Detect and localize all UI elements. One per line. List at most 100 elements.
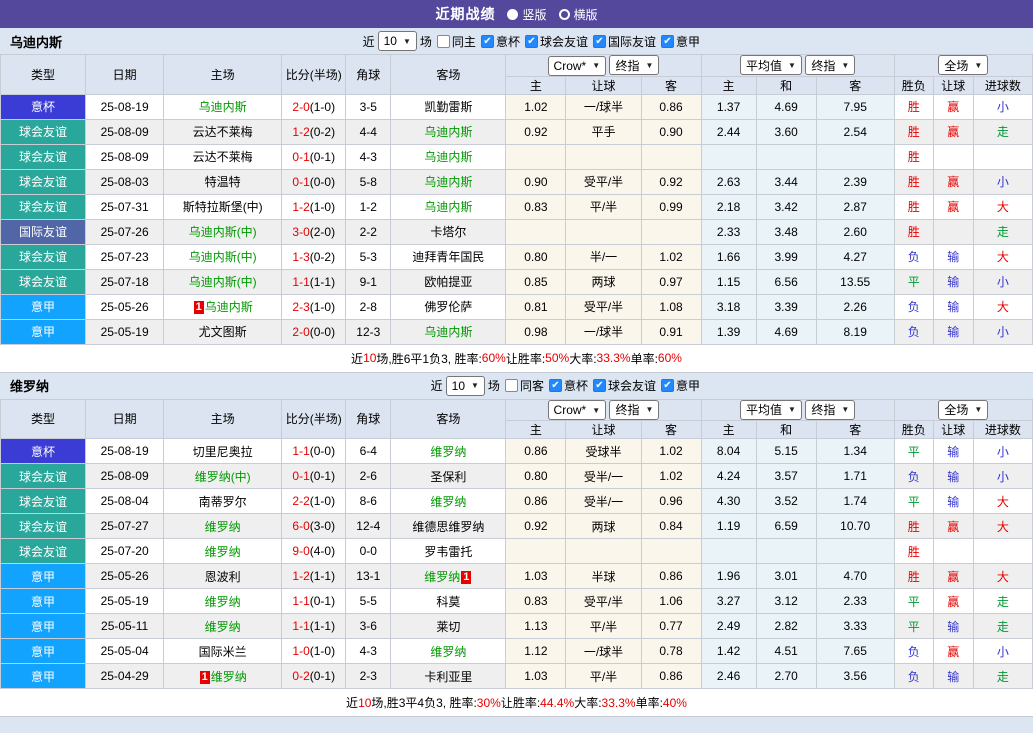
avg-final-select[interactable]: 终指▼ [805, 55, 855, 75]
league-badge: 意甲 [1, 614, 86, 639]
radio-vertical-layout[interactable]: 竖版 [507, 6, 546, 23]
col-header-handicap-result: 让球 [933, 76, 973, 94]
away-team-name[interactable]: 乌迪内斯 [424, 325, 472, 339]
summary-bar: 近10场,胜3平4负3, 胜率:30% 让胜率:44.4% 大率:33.3% 单… [0, 689, 1033, 717]
avg-home: 3.27 [701, 589, 756, 614]
avg-draw: 4.51 [756, 639, 816, 664]
home-team-name[interactable]: 恩波利 [205, 570, 241, 584]
away-team-name[interactable]: 卡利亚里 [424, 670, 472, 684]
goals-cell [973, 144, 1032, 169]
bookmaker-select[interactable]: Crow*▼ [548, 400, 607, 420]
col-header-odds-handicap: 让球 [566, 421, 641, 439]
avg-away: 2.87 [816, 194, 894, 219]
home-team-name[interactable]: 乌迪内斯(中) [189, 275, 257, 289]
avg-home: 3.18 [701, 294, 756, 319]
radio-horizontal-layout[interactable]: 横版 [559, 6, 598, 23]
home-team-name[interactable]: 维罗纳 [205, 545, 241, 559]
away-team-name[interactable]: 欧帕提亚 [424, 275, 472, 289]
league-checkbox[interactable]: ✔ [593, 379, 606, 392]
home-team-name[interactable]: 维罗纳 [205, 595, 241, 609]
away-team-name[interactable]: 乌迪内斯 [424, 200, 472, 214]
home-team-name[interactable]: 乌迪内斯(中) [189, 250, 257, 264]
away-team-name[interactable]: 罗韦雷托 [424, 545, 472, 559]
away-team-name[interactable]: 科莫 [436, 595, 460, 609]
home-team-name[interactable]: 维罗纳 [205, 520, 241, 534]
home-team-name[interactable]: 维罗纳 [205, 620, 241, 634]
result-cell: 平 [894, 589, 933, 614]
odds-away: 1.02 [641, 439, 701, 464]
same-venue-checkbox[interactable] [505, 379, 518, 392]
league-filter-option: ✔球会友谊 [525, 33, 588, 50]
handicap-result-cell: 输 [933, 319, 973, 344]
odds-home: 0.86 [506, 489, 566, 514]
league-checkbox[interactable]: ✔ [593, 35, 606, 48]
odds-away: 1.08 [641, 294, 701, 319]
away-team-name[interactable]: 乌迪内斯 [424, 125, 472, 139]
halftime-score: (1-0) [310, 300, 335, 314]
home-team-name[interactable]: 云达不莱梅 [193, 150, 253, 164]
match-row: 球会友谊25-07-20维罗纳9-0(4-0)0-0罗韦雷托胜 [1, 539, 1033, 564]
match-score: 2-2(1-0) [282, 489, 346, 514]
bookmaker-select[interactable]: Crow*▼ [548, 56, 607, 76]
result-cell: 平 [894, 489, 933, 514]
home-team-name[interactable]: 乌迪内斯 [199, 100, 247, 114]
odds-home [506, 144, 566, 169]
home-team-name[interactable]: 国际米兰 [199, 645, 247, 659]
league-checkbox[interactable]: ✔ [481, 35, 494, 48]
away-team-name[interactable]: 迪拜青年国民 [412, 250, 484, 264]
odds-away: 0.90 [641, 119, 701, 144]
halftime-score: (3-0) [310, 519, 335, 533]
avg-away: 13.55 [816, 269, 894, 294]
avg-away: 7.95 [816, 94, 894, 119]
league-checkbox[interactable]: ✔ [661, 379, 674, 392]
away-team-name[interactable]: 卡塔尔 [430, 225, 466, 239]
matches-count-select[interactable]: 10▼ [378, 31, 417, 51]
average-select[interactable]: 平均值▼ [740, 55, 802, 75]
league-checkbox[interactable]: ✔ [525, 35, 538, 48]
book-final-select[interactable]: 终指▼ [609, 55, 659, 75]
matches-count-select[interactable]: 10▼ [446, 376, 485, 396]
odds-handicap: 平/半 [566, 614, 641, 639]
handicap-result-cell [933, 144, 973, 169]
home-team-name[interactable]: 维罗纳(中) [195, 470, 251, 484]
home-team-name[interactable]: 特温特 [205, 175, 241, 189]
away-team-name[interactable]: 乌迪内斯 [424, 175, 472, 189]
match-score: 1-1(1-1) [282, 269, 346, 294]
league-checkbox[interactable]: ✔ [661, 35, 674, 48]
home-team-name[interactable]: 切里尼奥拉 [193, 445, 253, 459]
avg-final-select[interactable]: 终指▼ [805, 400, 855, 420]
book-final-select[interactable]: 终指▼ [609, 400, 659, 420]
handicap-result-cell [933, 539, 973, 564]
odds-away: 0.86 [641, 94, 701, 119]
away-team-name[interactable]: 佛罗伦萨 [424, 300, 472, 314]
odds-handicap: 平/半 [566, 194, 641, 219]
away-team-name[interactable]: 莱切 [436, 620, 460, 634]
fulltime-score: 1-1 [292, 275, 309, 289]
home-team-name[interactable]: 南蒂罗尔 [199, 495, 247, 509]
away-team-name[interactable]: 维罗纳 [430, 495, 466, 509]
home-team-name[interactable]: 乌迪内斯 [205, 300, 253, 314]
away-team-name[interactable]: 维罗纳 [430, 645, 466, 659]
home-team-name[interactable]: 斯特拉斯堡(中) [183, 200, 263, 214]
result-cell: 平 [894, 614, 933, 639]
away-team-name[interactable]: 维德思维罗纳 [412, 520, 484, 534]
league-checkbox[interactable]: ✔ [549, 379, 562, 392]
same-venue-checkbox[interactable] [437, 35, 450, 48]
avg-home: 1.96 [701, 564, 756, 589]
home-team-name[interactable]: 云达不莱梅 [193, 125, 253, 139]
away-team-name[interactable]: 凯勤雷斯 [424, 100, 472, 114]
away-team-name[interactable]: 维罗纳 [430, 445, 466, 459]
col-header-avg-draw: 和 [756, 76, 816, 94]
league-badge: 球会友谊 [1, 169, 86, 194]
radio-icon [559, 9, 570, 20]
scope-select[interactable]: 全场▼ [938, 400, 988, 420]
home-team-name[interactable]: 尤文图斯 [199, 325, 247, 339]
home-team-name[interactable]: 乌迪内斯(中) [189, 225, 257, 239]
home-team-name[interactable]: 维罗纳 [211, 670, 247, 684]
away-team-name[interactable]: 乌迪内斯 [424, 150, 472, 164]
scope-select[interactable]: 全场▼ [938, 55, 988, 75]
away-team-name[interactable]: 维罗纳 [424, 570, 460, 584]
average-select[interactable]: 平均值▼ [740, 400, 802, 420]
goals-cell: 大 [973, 564, 1032, 589]
away-team-name[interactable]: 圣保利 [430, 470, 466, 484]
